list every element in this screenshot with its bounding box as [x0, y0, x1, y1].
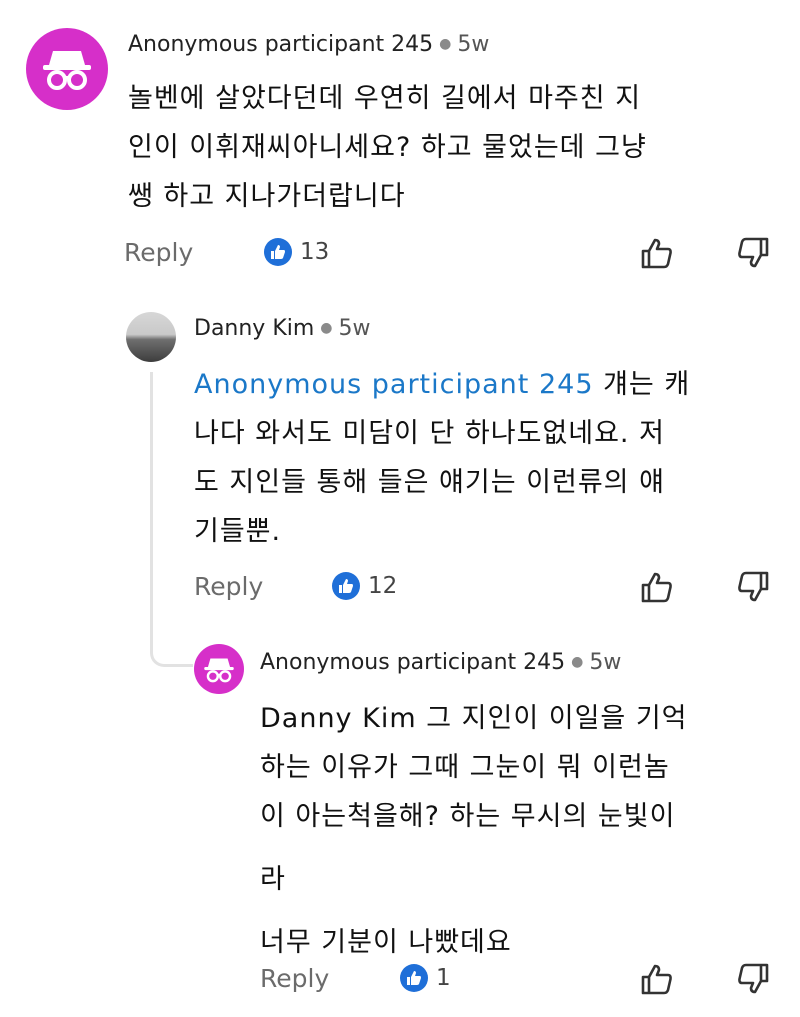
anonymous-avatar[interactable] — [194, 644, 244, 694]
comment-header: Danny Kim ● 5w — [194, 316, 371, 341]
comment-actions: Reply 12 — [194, 568, 784, 608]
author-name[interactable]: Anonymous participant 245 — [260, 650, 565, 675]
comment-text: Danny Kim 그 지인이 이일을 기억 하는 이유가 그때 그눈이 뭐 이… — [260, 694, 780, 967]
text-line: 놀벤에 살았다던데 우연히 길에서 마주친 지 — [128, 83, 642, 114]
thumbs-down-outline-icon[interactable] — [736, 570, 770, 604]
like-number: 13 — [300, 239, 330, 265]
timestamp: 5w — [338, 316, 371, 341]
like-number: 1 — [436, 965, 451, 991]
author-name[interactable]: Anonymous participant 245 — [128, 32, 433, 57]
thumbs-up-icon — [264, 238, 292, 266]
text-line: 나다 와서도 미담이 단 하나도없네요. 저 — [194, 418, 665, 449]
like-number: 12 — [368, 573, 398, 599]
text-first: 걔는 캐 — [593, 369, 691, 400]
text-line: 쌩 하고 지나가더랍니다 — [128, 181, 406, 212]
comment-2: Danny Kim ● 5w Anonymous participant 245 걔… — [0, 290, 800, 620]
comment-actions: Reply 1 — [260, 960, 780, 1000]
text-line: 하는 이유가 그때 그눈이 뭐 이런놈 — [260, 752, 670, 783]
timestamp: 5w — [589, 650, 622, 675]
comment-header: Anonymous participant 245 ● 5w — [128, 32, 489, 57]
reply-button[interactable]: Reply — [194, 572, 263, 601]
timestamp: 5w — [457, 32, 490, 57]
thumbs-up-outline-icon[interactable] — [640, 570, 674, 604]
comment-actions: Reply 13 — [124, 234, 774, 274]
text-line: 라 — [260, 864, 286, 895]
text-line: 인이 이휘재씨아니세요? 하고 물었는데 그냥 — [128, 132, 647, 163]
comment-text: 놀벤에 살았다던데 우연히 길에서 마주친 지 인이 이휘재씨아니세요? 하고 … — [128, 74, 778, 221]
thumbs-up-icon — [332, 572, 360, 600]
anonymous-avatar[interactable] — [26, 28, 108, 110]
thumbs-down-outline-icon[interactable] — [736, 962, 770, 996]
separator-dot: ● — [571, 654, 584, 670]
reply-button[interactable]: Reply — [124, 238, 193, 267]
comment-header: Anonymous participant 245 ● 5w — [260, 650, 621, 675]
separator-dot: ● — [439, 36, 452, 52]
comment-1: Anonymous participant 245 ● 5w 놀벤에 살았다던데 우… — [0, 0, 800, 290]
thumbs-up-outline-icon[interactable] — [640, 962, 674, 996]
incognito-icon — [204, 657, 234, 682]
text-line: Anonymous participant 245 걔는 캐 — [194, 360, 784, 409]
text-line: 이 아는척을해? 하는 무시의 눈빛이 — [260, 801, 676, 832]
text-line: 기들뿐. — [194, 516, 282, 547]
thumbs-up-icon — [400, 964, 428, 992]
comment-text: Anonymous participant 245 걔는 캐 나다 와서도 미담… — [194, 360, 784, 556]
comment-3: Anonymous participant 245 ● 5w Danny Kim 그… — [0, 620, 800, 1017]
author-name[interactable]: Danny Kim — [194, 316, 314, 341]
thumbs-up-outline-icon[interactable] — [640, 236, 674, 270]
like-count: 1 — [400, 964, 451, 992]
like-count: 13 — [264, 238, 329, 266]
reply-button[interactable]: Reply — [260, 964, 329, 993]
thumbs-down-outline-icon[interactable] — [736, 236, 770, 270]
separator-dot: ● — [320, 320, 333, 336]
incognito-icon — [43, 51, 91, 90]
avatar[interactable] — [126, 312, 176, 362]
text-line: Danny Kim 그 지인이 이일을 기억 — [260, 703, 688, 734]
text-line: 도 지인들 통해 들은 얘기는 이런류의 얘 — [194, 467, 665, 498]
like-count: 12 — [332, 572, 397, 600]
mention-link[interactable]: Anonymous participant 245 — [194, 369, 594, 400]
